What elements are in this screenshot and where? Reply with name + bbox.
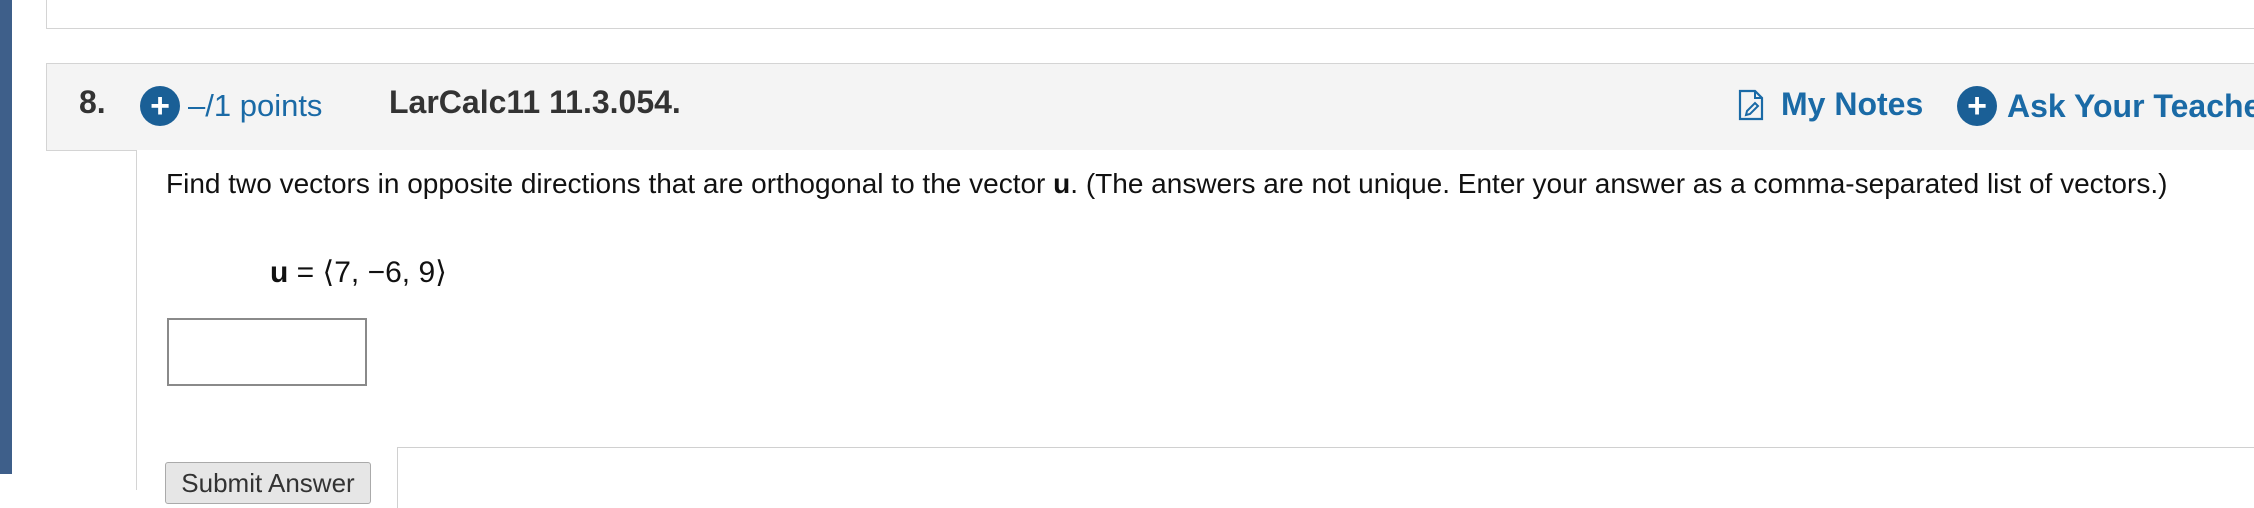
document-edit-icon [1738, 89, 1764, 120]
previous-question-card [46, 0, 2254, 29]
plus-circle-icon: + [1957, 86, 1997, 126]
vector-value: ⟨7, −6, 9⟩ [322, 256, 447, 289]
question-number: 8. [79, 84, 106, 120]
question-reference: LarCalc11 11.3.054. [389, 84, 681, 120]
my-notes-label: My Notes [1781, 86, 1924, 122]
vector-definition: u = ⟨7, −6, 9⟩ [270, 255, 447, 290]
points-button[interactable]: + –/1 points [140, 86, 322, 126]
ask-teacher-button[interactable]: + Ask Your Teacher [1957, 86, 2254, 126]
vector-equals: = [288, 256, 323, 289]
prompt-text-end: . (The answers are not unique. Enter you… [1070, 168, 2168, 199]
answer-input[interactable] [167, 318, 367, 386]
plus-circle-icon: + [140, 86, 180, 126]
question-header: 8. + –/1 points LarCalc11 11.3.054. My N… [46, 63, 2254, 151]
prompt-vector-symbol: u [1053, 168, 1071, 199]
work-area-box [397, 447, 2254, 508]
points-label: –/1 points [188, 88, 323, 123]
submit-answer-button[interactable]: Submit Answer [165, 462, 371, 504]
question-prompt: Find two vectors in opposite directions … [166, 164, 2246, 204]
ask-teacher-label: Ask Your Teacher [2007, 87, 2254, 124]
vector-symbol: u [270, 256, 289, 289]
my-notes-button[interactable]: My Notes [1737, 86, 1923, 123]
left-frame-strip [0, 0, 12, 474]
question-body: Find two vectors in opposite directions … [136, 150, 2254, 508]
prompt-text-start: Find two vectors in opposite directions … [166, 168, 1054, 199]
